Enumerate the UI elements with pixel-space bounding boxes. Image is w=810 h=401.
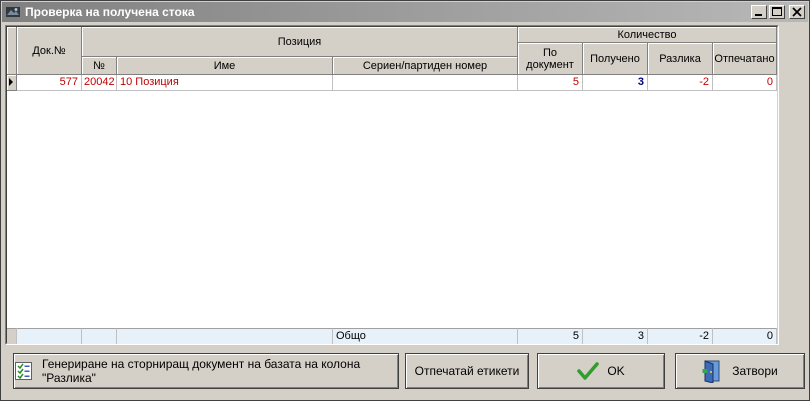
header-printed[interactable]: Отпечатано (713, 43, 777, 75)
cell-name[interactable]: 10 Позиция (117, 75, 333, 91)
maximize-button[interactable] (769, 5, 785, 19)
window-title: Проверка на получена стока (25, 5, 195, 19)
checklist-icon (14, 361, 34, 381)
totals-received: 3 (583, 328, 648, 344)
totals-printed: 0 (713, 328, 777, 344)
maximize-icon (772, 7, 782, 16)
totals-difference: -2 (648, 328, 713, 344)
row-indicator-header (7, 27, 17, 75)
app-icon (6, 7, 20, 17)
current-row-arrow-icon (9, 78, 13, 86)
header-difference[interactable]: Разлика (648, 43, 713, 75)
totals-indicator (7, 328, 17, 344)
header-position[interactable]: Позиция (82, 27, 518, 57)
close-window-button[interactable] (789, 5, 805, 19)
generate-reversal-button[interactable]: Генериране на сторниращ документ на база… (13, 353, 399, 389)
totals-label: Общо (333, 328, 518, 344)
header-serial[interactable]: Сериен/партиден номер (333, 57, 518, 75)
cell-serial[interactable] (333, 75, 518, 91)
side-panel (781, 25, 807, 345)
totals-doc-no (17, 328, 82, 344)
door-exit-icon (702, 359, 724, 383)
header-received[interactable]: Получено (583, 43, 648, 75)
cell-printed[interactable]: 0 (713, 75, 777, 91)
print-labels-button[interactable]: Отпечатай етикети (405, 353, 529, 389)
cell-difference[interactable]: -2 (648, 75, 713, 91)
close-button[interactable]: Затвори (675, 353, 805, 389)
cell-per-doc[interactable]: 5 (518, 75, 583, 91)
minimize-icon (755, 14, 762, 16)
dialog-window: Проверка на получена стока Док.№ Позиция… (0, 0, 810, 401)
cell-received[interactable]: 3 (583, 75, 648, 91)
ok-button[interactable]: OK (537, 353, 665, 389)
totals-name (117, 328, 333, 344)
ok-label: OK (607, 364, 625, 378)
header-num[interactable]: № (82, 57, 117, 75)
close-icon (792, 7, 802, 17)
print-labels-label: Отпечатай етикети (414, 364, 520, 378)
row-indicator[interactable] (7, 75, 17, 91)
cell-num[interactable]: 20042 (82, 75, 117, 91)
close-label: Затвори (732, 364, 778, 378)
minimize-button[interactable] (751, 5, 767, 19)
title-bar[interactable]: Проверка на получена стока (2, 2, 808, 22)
generate-reversal-label: Генериране на сторниращ документ на база… (42, 357, 361, 385)
header-name[interactable]: Име (117, 57, 333, 75)
header-per-doc[interactable]: По документ (518, 43, 583, 75)
header-doc-no[interactable]: Док.№ (17, 27, 82, 75)
checkmark-icon (577, 361, 600, 381)
cell-doc-no[interactable]: 577 (17, 75, 82, 91)
header-quantity[interactable]: Количество (518, 27, 777, 43)
totals-num (82, 328, 117, 344)
data-grid[interactable]: Док.№ Позиция Количество № Име Сериен/па… (5, 25, 779, 345)
totals-per-doc: 5 (518, 328, 583, 344)
